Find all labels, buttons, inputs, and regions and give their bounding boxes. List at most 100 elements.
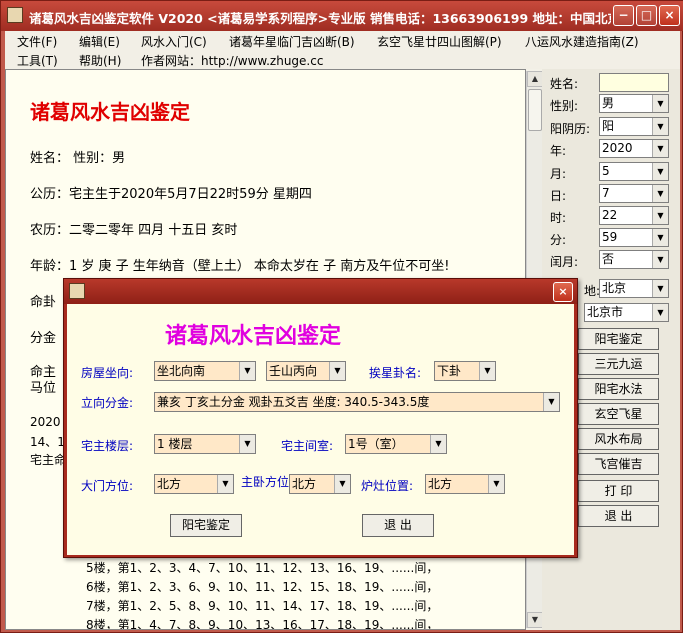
chevron-down-icon: ▼ bbox=[479, 362, 495, 380]
chevron-down-icon: ▼ bbox=[652, 163, 668, 180]
fenjin-select[interactable]: 兼亥 丁亥土分金 观卦五爻吉 坐度: 340.5-343.5度 ▼ bbox=[154, 392, 560, 412]
calendar-type-label: 阳阴历: bbox=[550, 122, 591, 136]
province-value: 北京 bbox=[602, 281, 627, 295]
chevron-down-icon: ▼ bbox=[543, 393, 559, 411]
gender-label: 性别: bbox=[550, 99, 579, 113]
app-icon bbox=[69, 283, 85, 299]
chevron-down-icon: ▼ bbox=[334, 475, 350, 493]
water-method-button[interactable]: 阳宅水法 bbox=[578, 378, 659, 400]
gender-value: 男 bbox=[602, 96, 615, 110]
leap-month-label: 闰月: bbox=[550, 255, 579, 269]
menu-flying-star[interactable]: 玄空飞星廿四山图解(P) bbox=[377, 33, 502, 50]
door-select[interactable]: 北方 ▼ bbox=[154, 474, 234, 494]
chevron-down-icon: ▼ bbox=[329, 362, 345, 380]
menu-fengshui-intro[interactable]: 风水入门(C) bbox=[141, 33, 207, 50]
calendar-type-select[interactable]: 阳 ▼ bbox=[599, 117, 669, 136]
chevron-down-icon: ▼ bbox=[652, 229, 668, 246]
chevron-down-icon: ▼ bbox=[652, 185, 668, 202]
chevron-down-icon: ▼ bbox=[652, 207, 668, 224]
gua-select[interactable]: 下卦 ▼ bbox=[434, 361, 496, 381]
fenjin-label: 立向分金: bbox=[81, 396, 134, 410]
maximize-button[interactable]: □ bbox=[636, 5, 657, 26]
flying-star-button[interactable]: 玄空飞星 bbox=[578, 403, 659, 425]
mountain-value: 壬山丙向 bbox=[269, 364, 318, 378]
year-label: 年: bbox=[550, 144, 567, 158]
door-label: 大门方位: bbox=[81, 479, 134, 493]
menu-period8-guide[interactable]: 八运风水建造指南(Z) bbox=[525, 33, 639, 50]
gua-value: 下卦 bbox=[437, 364, 462, 378]
minute-value: 59 bbox=[602, 230, 618, 244]
dialog-body: 诸葛风水吉凶鉴定 房屋坐向: 坐北向南 ▼ 壬山丙向 ▼ 挨星卦名: 下卦 ▼ 立向分… bbox=[67, 304, 574, 555]
sanyuan-button[interactable]: 三元九运 bbox=[578, 353, 659, 375]
menu-help[interactable]: 帮助(H) bbox=[79, 52, 121, 69]
minute-select[interactable]: 59 ▼ bbox=[599, 228, 669, 247]
chevron-down-icon: ▼ bbox=[430, 435, 446, 453]
day-label: 日: bbox=[550, 189, 567, 203]
hour-select[interactable]: 22 ▼ bbox=[599, 206, 669, 225]
house-direction-value: 坐北向南 bbox=[157, 364, 206, 378]
exit-button[interactable]: 退 出 bbox=[578, 505, 659, 527]
report-line-fenjin: 分金 bbox=[30, 331, 57, 346]
app-icon bbox=[7, 7, 23, 23]
appraisal-dialog: × 诸葛风水吉凶鉴定 房屋坐向: 坐北向南 ▼ 壬山丙向 ▼ 挨星卦名: 下卦 ▼ 立… bbox=[63, 278, 578, 558]
stove-value: 北方 bbox=[428, 477, 453, 491]
day-value: 7 bbox=[602, 186, 610, 200]
scroll-down-icon[interactable]: ▼ bbox=[527, 612, 543, 628]
dialog-heading: 诸葛风水吉凶鉴定 bbox=[165, 324, 342, 349]
city-value: 北京市 bbox=[587, 305, 624, 319]
province-select[interactable]: 北京 ▼ bbox=[599, 279, 669, 298]
report-line-lunar: 农历：二零二零年 四月 十五日 亥时 bbox=[30, 223, 238, 238]
print-button[interactable]: 打 印 bbox=[578, 480, 659, 502]
menu-tools[interactable]: 工具(T) bbox=[17, 52, 58, 69]
bedroom-select[interactable]: 北方 ▼ bbox=[289, 474, 351, 494]
feigong-button[interactable]: 飞宫催吉 bbox=[578, 453, 659, 475]
mountain-select[interactable]: 壬山丙向 ▼ bbox=[266, 361, 346, 381]
chevron-down-icon: ▼ bbox=[239, 362, 255, 380]
stove-select[interactable]: 北方 ▼ bbox=[425, 474, 505, 494]
place-label: 地: bbox=[584, 284, 601, 298]
month-label: 月: bbox=[550, 167, 567, 181]
day-select[interactable]: 7 ▼ bbox=[599, 184, 669, 203]
name-input[interactable] bbox=[599, 73, 669, 92]
close-button[interactable]: × bbox=[659, 5, 680, 26]
window-title: 诸葛风水吉凶鉴定软件 V2020 <诸葛易学系列程序>专业版 销售电话：1366… bbox=[29, 11, 611, 26]
report-line-age: 年龄：1 岁 庚 子 生年纳音（壁上土） 本命太岁在 子 南方及午位不可坐! bbox=[30, 259, 450, 274]
minimize-button[interactable]: − bbox=[613, 5, 634, 26]
report-heading: 诸葛风水吉凶鉴定 bbox=[30, 100, 190, 124]
report-line-num: 14、1 bbox=[30, 435, 65, 449]
report-line-name: 姓名： 性别：男 bbox=[30, 151, 126, 166]
month-select[interactable]: 5 ▼ bbox=[599, 162, 669, 181]
chevron-down-icon: ▼ bbox=[652, 304, 668, 321]
dialog-close-button[interactable]: × bbox=[553, 282, 573, 302]
yangzhai-button[interactable]: 阳宅鉴定 bbox=[578, 328, 659, 350]
dialog-exit-button[interactable]: 退 出 bbox=[362, 514, 434, 537]
floor-select[interactable]: 1 楼层 ▼ bbox=[154, 434, 256, 454]
floor-value: 1 楼层 bbox=[157, 437, 193, 451]
layout-button[interactable]: 风水布局 bbox=[578, 428, 659, 450]
house-direction-select[interactable]: 坐北向南 ▼ bbox=[154, 361, 256, 381]
bedroom-label: 主卧方位 bbox=[241, 475, 290, 489]
room-select[interactable]: 1号（室） ▼ bbox=[345, 434, 447, 454]
year-select[interactable]: 2020 ▼ bbox=[599, 139, 669, 158]
hour-value: 22 bbox=[602, 208, 618, 222]
report-line-floor6: 6楼，第1、2、3、6、9、10、11、12、15、18、19、......间， bbox=[86, 580, 439, 594]
report-line-minggua: 命卦 bbox=[30, 295, 57, 310]
name-label: 姓名: bbox=[550, 77, 579, 91]
scroll-thumb[interactable] bbox=[528, 89, 542, 131]
dialog-appraise-button[interactable]: 阳宅鉴定 bbox=[170, 514, 242, 537]
chevron-down-icon: ▼ bbox=[652, 251, 668, 268]
leap-month-select[interactable]: 否 ▼ bbox=[599, 250, 669, 269]
city-select[interactable]: 北京市 ▼ bbox=[584, 303, 669, 322]
menu-bar: 文件(F) 编辑(E) 风水入门(C) 诸葛年星临门吉凶断(B) 玄空飞星廿四山… bbox=[5, 31, 680, 69]
menu-annual-star[interactable]: 诸葛年星临门吉凶断(B) bbox=[229, 33, 355, 50]
room-label: 宅主间室: bbox=[281, 439, 334, 453]
year-value: 2020 bbox=[602, 141, 633, 155]
gua-label: 挨星卦名: bbox=[369, 366, 422, 380]
scroll-up-icon[interactable]: ▲ bbox=[527, 71, 543, 87]
fenjin-value: 兼亥 丁亥土分金 观卦五爻吉 坐度: 340.5-343.5度 bbox=[157, 395, 430, 409]
menu-author-site[interactable]: 作者网站：http://www.zhuge.cc bbox=[141, 52, 323, 69]
chevron-down-icon: ▼ bbox=[239, 435, 255, 453]
menu-edit[interactable]: 编辑(E) bbox=[79, 33, 120, 50]
menu-file[interactable]: 文件(F) bbox=[17, 33, 57, 50]
gender-select[interactable]: 男 ▼ bbox=[599, 94, 669, 113]
